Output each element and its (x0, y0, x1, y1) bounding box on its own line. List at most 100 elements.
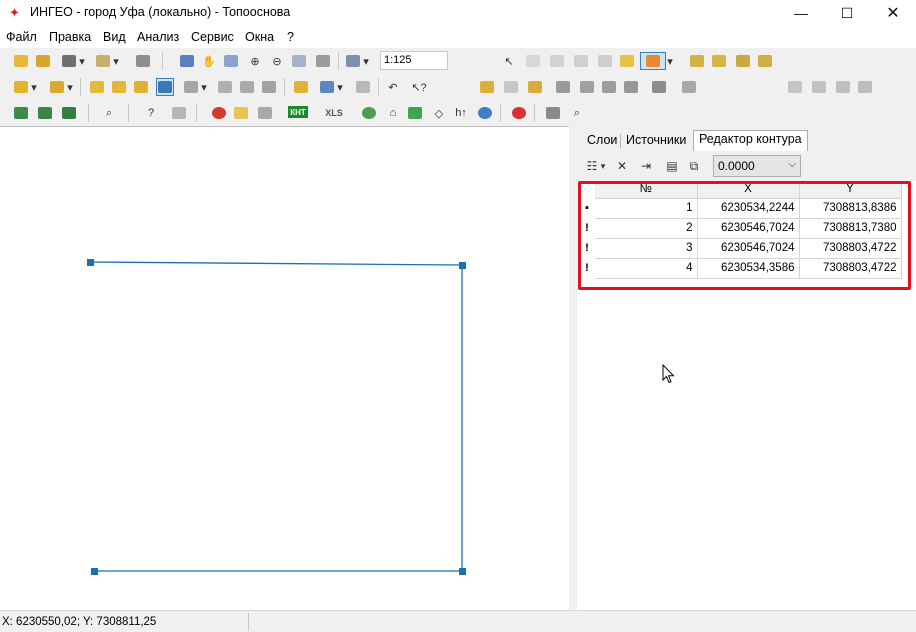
table-row[interactable]: 4 6230534,3586 7308803,4722 (595, 258, 902, 279)
refresh-map-icon[interactable] (314, 52, 332, 70)
nav-last-icon[interactable] (60, 104, 78, 122)
tab-contour-editor[interactable]: Редактор контура (693, 130, 808, 151)
add-polygon-icon[interactable] (132, 78, 150, 96)
print-preview-icon[interactable] (94, 52, 112, 70)
edit-contour-button[interactable] (156, 78, 174, 96)
info-icon[interactable] (170, 104, 188, 122)
split-icon[interactable] (216, 78, 234, 96)
chevron-down-icon[interactable]: ▾ (30, 78, 38, 96)
menu-windows[interactable]: Окна (245, 30, 274, 44)
globe-icon[interactable] (360, 104, 378, 122)
map-canvas[interactable] (0, 126, 569, 610)
attributes-icon[interactable] (292, 78, 310, 96)
table-icon[interactable] (318, 78, 336, 96)
tab-sources[interactable]: Источники (621, 132, 691, 150)
menu-service[interactable]: Сервис (191, 30, 234, 44)
maximize-button[interactable]: ☐ (824, 0, 870, 26)
menu-file[interactable]: Файл (6, 30, 37, 44)
search-icon[interactable]: ⌕ (100, 104, 118, 122)
document-icon[interactable]: ▤ (663, 157, 681, 175)
union-icon[interactable] (554, 78, 572, 96)
chevron-down-icon[interactable]: ▾ (66, 78, 74, 96)
chevron-down-icon[interactable]: ▾ (200, 78, 208, 96)
clip-icon[interactable] (650, 78, 668, 96)
cell-y[interactable]: 7308813,7380 (799, 218, 902, 239)
style-picker-button[interactable] (640, 52, 666, 70)
snap-intersect-icon[interactable] (734, 52, 752, 70)
table-row[interactable]: 2 6230546,7024 7308813,7380 (595, 218, 902, 239)
layers-icon[interactable] (60, 52, 78, 70)
help-icon[interactable] (476, 104, 494, 122)
add-line-icon[interactable] (110, 78, 128, 96)
knt-button[interactable]: КНТ (288, 106, 308, 118)
menu-view[interactable]: Вид (103, 30, 126, 44)
difference-icon[interactable] (600, 78, 618, 96)
cell-number[interactable]: 3 (595, 238, 698, 259)
scale-settings-icon[interactable] (344, 52, 362, 70)
add-point-icon[interactable] (88, 78, 106, 96)
menu-analysis[interactable]: Анализ (137, 30, 179, 44)
vertices-icon[interactable]: ✕ (613, 157, 631, 175)
object-list-icon[interactable] (856, 78, 874, 96)
cell-x[interactable]: 6230546,7024 (697, 218, 800, 239)
merge-icon[interactable] (238, 78, 256, 96)
medical-icon[interactable] (510, 104, 528, 122)
chevron-down-icon[interactable]: ▾ (78, 52, 86, 70)
select-circle-icon[interactable] (572, 52, 590, 70)
copy-icon[interactable]: ⧉ (685, 157, 703, 175)
select-object-icon[interactable] (618, 52, 636, 70)
rotate-icon[interactable] (526, 78, 544, 96)
chevron-down-icon[interactable]: ▾ (599, 157, 607, 175)
snap-center-icon[interactable] (756, 52, 774, 70)
select-rect-icon[interactable] (548, 52, 566, 70)
cell-x[interactable]: 6230546,7024 (697, 238, 800, 259)
cell-x[interactable]: 6230534,2244 (697, 198, 800, 219)
tab-layers[interactable]: Слои (582, 132, 622, 150)
chevron-down-icon[interactable]: ▾ (112, 52, 120, 70)
select-polygon-icon[interactable] (596, 52, 614, 70)
export-xls-button[interactable]: XLS (322, 104, 346, 122)
column-header-y[interactable]: Y (799, 181, 902, 199)
home-search-icon[interactable]: ⌂ (384, 104, 402, 122)
new-layer-icon[interactable] (48, 78, 66, 96)
zoom-window-icon[interactable] (222, 52, 240, 70)
height-icon[interactable]: h↑ (452, 104, 470, 122)
precision-select[interactable]: 0.0000 ⌵ (713, 155, 801, 177)
intersect-icon[interactable] (578, 78, 596, 96)
cell-x[interactable]: 6230534,3586 (697, 258, 800, 279)
query-icon[interactable]: ? (142, 104, 160, 122)
open-map-icon[interactable] (12, 52, 30, 70)
select-arrow-icon[interactable]: ↖ (500, 52, 518, 70)
insert-icon[interactable] (478, 78, 496, 96)
buffer-icon[interactable] (680, 78, 698, 96)
column-header-number[interactable]: № (595, 181, 698, 199)
ingeo-app-icon[interactable]: ✦ (9, 6, 20, 20)
zoom-all-icon[interactable] (290, 52, 308, 70)
route-icon[interactable] (256, 104, 274, 122)
select-region-icon[interactable] (524, 52, 542, 70)
draw-tool-icon[interactable] (182, 78, 200, 96)
close-button[interactable]: ✕ (870, 0, 916, 26)
chevron-down-icon[interactable]: ▾ (336, 78, 344, 96)
magnifier-icon[interactable]: ⌕ (568, 104, 586, 122)
panel-splitter[interactable] (569, 126, 577, 610)
snap-edge-icon[interactable] (710, 52, 728, 70)
menu-help[interactable]: ? (287, 30, 294, 44)
print-icon[interactable] (134, 52, 152, 70)
copy-object-icon[interactable] (786, 78, 804, 96)
nav-next-icon[interactable] (36, 104, 54, 122)
leaf-icon[interactable] (406, 104, 424, 122)
explode-icon[interactable] (502, 78, 520, 96)
pan-hand-icon[interactable]: ✋ (200, 52, 218, 70)
open-project-icon[interactable] (34, 52, 52, 70)
cell-number[interactable]: 2 (595, 218, 698, 239)
zoom-extent-icon[interactable] (178, 52, 196, 70)
insert-row-icon[interactable]: ⇥ (637, 157, 655, 175)
delete-icon[interactable] (210, 104, 228, 122)
zoom-in-icon[interactable]: ⊕ (246, 52, 264, 70)
scale-input[interactable]: 1:125 (380, 51, 448, 70)
snap-vertex-icon[interactable] (688, 52, 706, 70)
menu-edit[interactable]: Правка (49, 30, 91, 44)
table-row[interactable]: 1 6230534,2244 7308813,8386 (595, 198, 902, 219)
cell-y[interactable]: 7308803,4722 (799, 238, 902, 259)
